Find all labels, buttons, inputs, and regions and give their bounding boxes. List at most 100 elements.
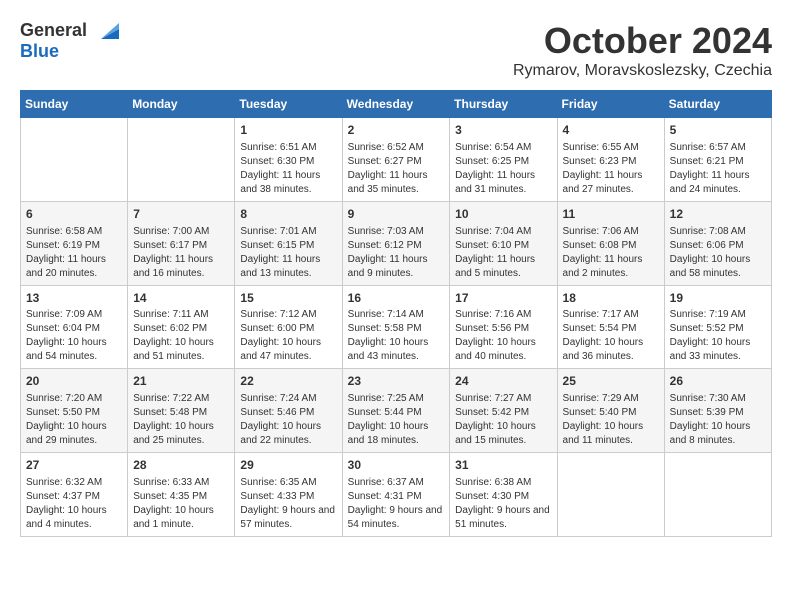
day-number: 19 [670,290,766,307]
calendar-cell: 12Sunrise: 7:08 AMSunset: 6:06 PMDayligh… [664,201,771,285]
day-number: 28 [133,457,229,474]
cell-info: Sunrise: 7:14 AM [348,308,445,322]
cell-info: Sunrise: 6:37 AM [348,476,445,490]
cell-info: Daylight: 11 hours and 2 minutes. [563,253,659,281]
cell-info: Sunrise: 7:30 AM [670,392,766,406]
cell-info: Sunrise: 6:32 AM [26,476,122,490]
cell-info: Sunrise: 7:12 AM [240,308,336,322]
cell-info: Daylight: 10 hours and 1 minute. [133,504,229,532]
day-number: 9 [348,206,445,223]
cell-info: Daylight: 11 hours and 24 minutes. [670,169,766,197]
cell-info: Daylight: 10 hours and 51 minutes. [133,336,229,364]
cell-info: Sunrise: 6:33 AM [133,476,229,490]
cell-info: Daylight: 9 hours and 51 minutes. [455,504,551,532]
cell-info: Daylight: 11 hours and 20 minutes. [26,253,122,281]
calendar-cell: 27Sunrise: 6:32 AMSunset: 4:37 PMDayligh… [21,453,128,537]
cell-info: Sunset: 6:27 PM [348,155,445,169]
cell-info: Sunset: 6:19 PM [26,239,122,253]
calendar-cell: 11Sunrise: 7:06 AMSunset: 6:08 PMDayligh… [557,201,664,285]
title-block: October 2024 Rymarov, Moravskoslezsky, C… [513,20,772,80]
cell-info: Sunrise: 6:58 AM [26,225,122,239]
calendar-cell: 4Sunrise: 6:55 AMSunset: 6:23 PMDaylight… [557,118,664,202]
calendar-row: 13Sunrise: 7:09 AMSunset: 6:04 PMDayligh… [21,285,772,369]
cell-info: Sunrise: 7:22 AM [133,392,229,406]
cell-info: Sunset: 5:46 PM [240,406,336,420]
cell-info: Sunrise: 7:11 AM [133,308,229,322]
cell-info: Daylight: 10 hours and 54 minutes. [26,336,122,364]
day-number: 20 [26,373,122,390]
calendar-cell: 10Sunrise: 7:04 AMSunset: 6:10 PMDayligh… [450,201,557,285]
month-title: October 2024 [513,20,772,62]
cell-info: Sunset: 6:00 PM [240,322,336,336]
calendar-cell: 28 Sunrise: 6:33 AMSunset: 4:35 PMDayligh… [128,453,235,537]
cell-info: Sunset: 6:17 PM [133,239,229,253]
cell-info: Daylight: 9 hours and 54 minutes. [348,504,445,532]
day-number: 30 [348,457,445,474]
cell-info: Sunset: 6:12 PM [348,239,445,253]
cell-info: Daylight: 10 hours and 36 minutes. [563,336,659,364]
logo-icon [91,21,121,41]
day-number: 15 [240,290,336,307]
cell-info: Daylight: 11 hours and 35 minutes. [348,169,445,197]
calendar-row: 6Sunrise: 6:58 AMSunset: 6:19 PMDaylight… [21,201,772,285]
day-number: 14 [133,290,229,307]
cell-info: Sunset: 6:25 PM [455,155,551,169]
calendar-header-cell: Wednesday [342,91,450,118]
day-number: 2 [348,122,445,139]
day-number: 8 [240,206,336,223]
day-number: 5 [670,122,766,139]
calendar-cell: 15Sunrise: 7:12 AMSunset: 6:00 PMDayligh… [235,285,342,369]
calendar-header-cell: Friday [557,91,664,118]
cell-info: Sunrise: 7:01 AM [240,225,336,239]
day-number: 29 [240,457,336,474]
cell-info: Sunset: 4:35 PM [133,490,229,504]
calendar-cell: 6 Sunrise: 6:58 AMSunset: 6:19 PMDaylight… [21,201,128,285]
calendar-cell: 18Sunrise: 7:17 AMSunset: 5:54 PMDayligh… [557,285,664,369]
cell-info: Sunset: 6:30 PM [240,155,336,169]
calendar-cell: 19Sunrise: 7:19 AMSunset: 5:52 PMDayligh… [664,285,771,369]
calendar-cell: 14Sunrise: 7:11 AMSunset: 6:02 PMDayligh… [128,285,235,369]
cell-info: Daylight: 10 hours and 22 minutes. [240,420,336,448]
cell-info: Sunrise: 7:29 AM [563,392,659,406]
calendar-cell: 23Sunrise: 7:25 AMSunset: 5:44 PMDayligh… [342,369,450,453]
calendar-cell: 31Sunrise: 6:38 AMSunset: 4:30 PMDayligh… [450,453,557,537]
cell-info: Sunrise: 7:04 AM [455,225,551,239]
cell-info: Daylight: 10 hours and 40 minutes. [455,336,551,364]
calendar-cell: 9Sunrise: 7:03 AMSunset: 6:12 PMDaylight… [342,201,450,285]
calendar-cell: 22Sunrise: 7:24 AMSunset: 5:46 PMDayligh… [235,369,342,453]
cell-info: Sunset: 5:39 PM [670,406,766,420]
day-number: 6 [26,206,122,223]
cell-info: Sunset: 5:58 PM [348,322,445,336]
day-number: 11 [563,206,659,223]
cell-info: Sunrise: 6:35 AM [240,476,336,490]
calendar-header-cell: Monday [128,91,235,118]
cell-info: Sunset: 6:04 PM [26,322,122,336]
cell-info: Sunrise: 6:55 AM [563,141,659,155]
cell-info: Daylight: 11 hours and 27 minutes. [563,169,659,197]
calendar-cell: 1Sunrise: 6:51 AMSunset: 6:30 PMDaylight… [235,118,342,202]
logo-blue-text: Blue [20,41,59,62]
calendar-cell: 21Sunrise: 7:22 AMSunset: 5:48 PMDayligh… [128,369,235,453]
cell-info: Daylight: 11 hours and 13 minutes. [240,253,336,281]
cell-info: Sunrise: 7:09 AM [26,308,122,322]
cell-info: Sunset: 4:37 PM [26,490,122,504]
day-number: 3 [455,122,551,139]
day-number: 26 [670,373,766,390]
cell-info: Sunset: 4:30 PM [455,490,551,504]
day-number: 16 [348,290,445,307]
calendar-cell: 26Sunrise: 7:30 AMSunset: 5:39 PMDayligh… [664,369,771,453]
cell-info: Sunset: 5:42 PM [455,406,551,420]
cell-info: Daylight: 10 hours and 33 minutes. [670,336,766,364]
cell-info: Sunset: 6:08 PM [563,239,659,253]
calendar-cell: 7Sunrise: 7:00 AMSunset: 6:17 PMDaylight… [128,201,235,285]
cell-info: Sunset: 6:10 PM [455,239,551,253]
cell-info: Sunset: 6:21 PM [670,155,766,169]
calendar-cell: 8Sunrise: 7:01 AMSunset: 6:15 PMDaylight… [235,201,342,285]
cell-info: Sunrise: 7:25 AM [348,392,445,406]
calendar-body: 1Sunrise: 6:51 AMSunset: 6:30 PMDaylight… [21,118,772,537]
cell-info: Sunrise: 6:57 AM [670,141,766,155]
cell-info: Sunset: 5:54 PM [563,322,659,336]
calendar-cell: 29Sunrise: 6:35 AMSunset: 4:33 PMDayligh… [235,453,342,537]
calendar-cell [21,118,128,202]
calendar-cell [664,453,771,537]
